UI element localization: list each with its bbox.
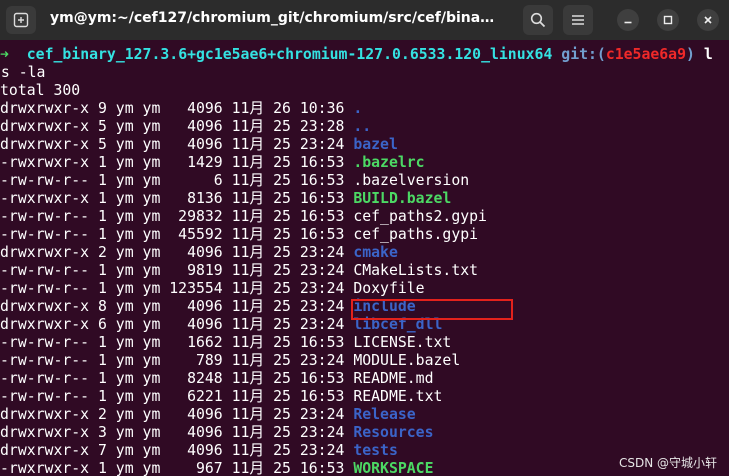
file-name: .bazelrc (353, 154, 425, 171)
file-name: cef_paths2.gypi (353, 208, 487, 225)
file-meta: -rwxrwxr-x 1 ym ym 8136 11月 25 16:53 (0, 190, 354, 207)
file-meta: drwxrwxr-x 6 ym ym 4096 11月 25 23:24 (0, 316, 354, 333)
listing-row: drwxrwxr-x 5 ym ym 4096 11月 25 23:24 baz… (0, 136, 487, 154)
file-meta: drwxrwxr-x 5 ym ym 4096 11月 25 23:28 (0, 118, 354, 135)
ls-listing: total 300 drwxrwxr-x 9 ym ym 4096 11月 26… (0, 82, 487, 476)
file-name: WORKSPACE (353, 460, 434, 476)
prompt-branch: c1e5ae6a9 (605, 46, 687, 63)
listing-row: drwxrwxr-x 2 ym ym 4096 11月 25 23:24 cma… (0, 244, 487, 262)
listing-row: drwxrwxr-x 7 ym ym 4096 11月 25 23:24 tes… (0, 442, 487, 460)
listing-row: -rw-rw-r-- 1 ym ym 8248 11月 25 16:53 REA… (0, 370, 487, 388)
listing-row: -rw-rw-r-- 1 ym ym 9819 11月 25 23:24 CMa… (0, 262, 487, 280)
file-meta: -rw-rw-r-- 1 ym ym 6221 11月 25 16:53 (0, 388, 354, 405)
listing-row: drwxrwxr-x 9 ym ym 4096 11月 26 10:36 . (0, 100, 487, 118)
prompt-arrow: ➜ (0, 46, 9, 63)
prompt-git-close: ) (686, 46, 695, 63)
new-tab-button[interactable] (6, 6, 36, 34)
new-tab-icon (13, 12, 29, 28)
file-meta: -rwxrwxr-x 1 ym ym 1429 11月 25 16:53 (0, 154, 354, 171)
file-name: cmake (353, 244, 398, 261)
prompt-line: ➜ cef_binary_127.3.6+gc1e5ae6+chromium-1… (0, 46, 713, 64)
minimize-button[interactable] (617, 9, 639, 31)
file-name: Doxyfile (353, 280, 425, 297)
file-meta: drwxrwxr-x 3 ym ym 4096 11月 25 23:24 (0, 424, 354, 441)
prompt-trailing: l (694, 46, 713, 63)
file-name: cef_paths.gypi (353, 226, 479, 243)
file-meta: -rw-rw-r-- 1 ym ym 9819 11月 25 23:24 (0, 262, 354, 279)
title-bar: ym@ym:~/cef127/chromium_git/chromium/src… (0, 0, 729, 40)
close-button[interactable] (697, 9, 719, 31)
listing-row: drwxrwxr-x 3 ym ym 4096 11月 25 23:24 Res… (0, 424, 487, 442)
minimize-icon (624, 21, 632, 24)
entries-list: drwxrwxr-x 9 ym ym 4096 11月 26 10:36 . dr… (0, 100, 487, 476)
file-meta: drwxrwxr-x 5 ym ym 4096 11月 25 23:24 (0, 136, 354, 153)
file-meta: -rw-rw-r-- 1 ym ym 8248 11月 25 16:53 (0, 370, 354, 387)
hamburger-menu-icon (572, 15, 584, 25)
file-name: Release (353, 406, 416, 423)
maximize-icon (663, 15, 673, 25)
file-name: README.txt (353, 388, 443, 405)
file-name: LICENSE.txt (353, 334, 452, 351)
file-meta: -rw-rw-r-- 1 ym ym 123554 11月 25 23:24 (0, 280, 354, 297)
file-meta: drwxrwxr-x 8 ym ym 4096 11月 25 23:24 (0, 298, 354, 315)
listing-row: -rw-rw-r-- 1 ym ym 1662 11月 25 16:53 LIC… (0, 334, 487, 352)
file-name: . (353, 100, 363, 117)
file-meta: -rw-rw-r-- 1 ym ym 789 11月 25 23:24 (0, 352, 354, 369)
file-name: tests (353, 442, 398, 459)
listing-row: -rw-rw-r-- 1 ym ym 123554 11月 25 23:24 D… (0, 280, 487, 298)
file-name: CMakeLists.txt (353, 262, 479, 279)
listing-row: -rw-rw-r-- 1 ym ym 6221 11月 25 16:53 REA… (0, 388, 487, 406)
file-meta: -rw-rw-r-- 1 ym ym 6 11月 25 16:53 (0, 172, 354, 189)
search-button[interactable] (523, 5, 553, 35)
listing-row: -rwxrwxr-x 1 ym ym 8136 11月 25 16:53 BUI… (0, 190, 487, 208)
watermark: CSDN @守城小轩 (618, 456, 717, 470)
search-icon (530, 12, 546, 28)
listing-row: -rw-rw-r-- 1 ym ym 6 11月 25 16:53 .bazel… (0, 172, 487, 190)
file-meta: drwxrwxr-x 9 ym ym 4096 11月 26 10:36 (0, 100, 354, 117)
listing-row: drwxrwxr-x 2 ym ym 4096 11月 25 23:24 Rel… (0, 406, 487, 424)
file-name: bazel (353, 136, 398, 153)
listing-row: -rw-rw-r-- 1 ym ym 29832 11月 25 16:53 ce… (0, 208, 487, 226)
menu-button[interactable] (563, 5, 593, 35)
total-line: total 300 (0, 82, 81, 99)
highlight-box (351, 299, 513, 320)
file-name: .bazelversion (353, 172, 470, 189)
terminal-output[interactable]: ➜ cef_binary_127.3.6+gc1e5ae6+chromium-1… (0, 40, 729, 476)
file-meta: drwxrwxr-x 2 ym ym 4096 11月 25 23:24 (0, 406, 354, 423)
file-meta: drwxrwxr-x 7 ym ym 4096 11月 25 23:24 (0, 442, 354, 459)
listing-row: -rwxrwxr-x 1 ym ym 1429 11月 25 16:53 .ba… (0, 154, 487, 172)
file-meta: -rwxrwxr-x 1 ym ym 967 11月 25 16:53 (0, 460, 354, 476)
file-meta: drwxrwxr-x 2 ym ym 4096 11月 25 23:24 (0, 244, 354, 261)
file-name: MODULE.bazel (353, 352, 461, 369)
file-name: BUILD.bazel (353, 190, 452, 207)
listing-row: -rwxrwxr-x 1 ym ym 967 11月 25 16:53 WORK… (0, 460, 487, 476)
file-meta: -rw-rw-r-- 1 ym ym 29832 11月 25 16:53 (0, 208, 354, 225)
listing-row: drwxrwxr-x 5 ym ym 4096 11月 25 23:28 .. (0, 118, 487, 136)
listing-row: -rw-rw-r-- 1 ym ym 45592 11月 25 16:53 ce… (0, 226, 487, 244)
prompt-git-label: git:( (561, 46, 606, 63)
file-meta: -rw-rw-r-- 1 ym ym 45592 11月 25 16:53 (0, 226, 354, 243)
file-name: Resources (353, 424, 434, 441)
window-title: ym@ym:~/cef127/chromium_git/chromium/src… (50, 10, 500, 26)
maximize-button[interactable] (657, 9, 679, 31)
prompt-directory: cef_binary_127.3.6+gc1e5ae6+chromium-127… (26, 46, 553, 63)
listing-row: -rw-rw-r-- 1 ym ym 789 11月 25 23:24 MODU… (0, 352, 487, 370)
file-name: README.md (353, 370, 434, 387)
command-line: ls -la (0, 64, 46, 81)
file-name: .. (353, 118, 372, 135)
close-icon (704, 16, 712, 24)
file-meta: -rw-rw-r-- 1 ym ym 1662 11月 25 16:53 (0, 334, 354, 351)
